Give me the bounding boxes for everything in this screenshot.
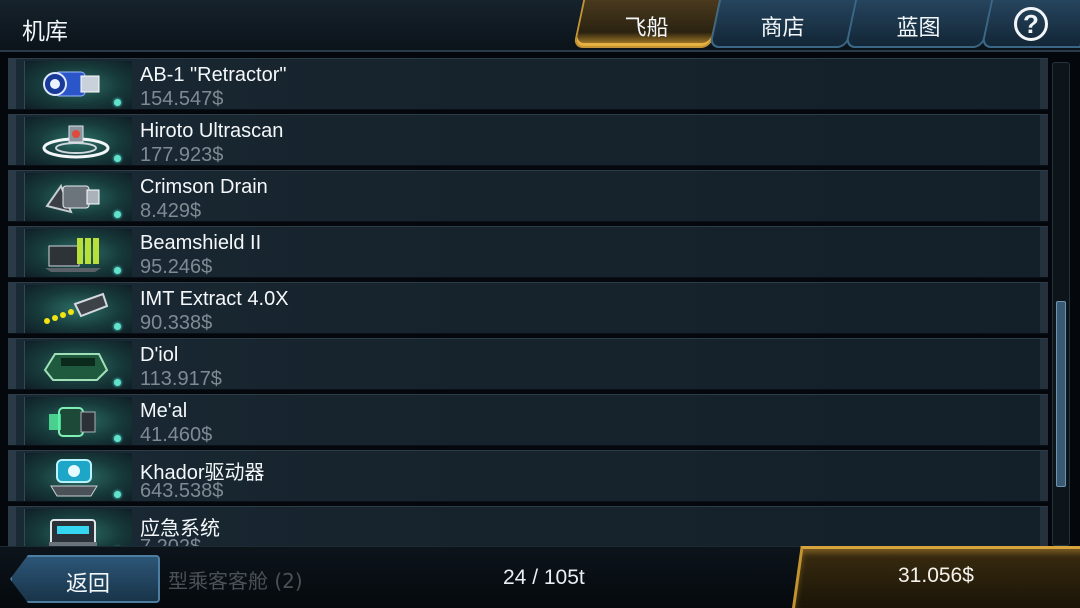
status-dot	[114, 379, 121, 386]
partially-hidden-item-label: 型乘客客舱 (2)	[168, 569, 303, 593]
help-button[interactable]: ?	[980, 0, 1080, 48]
item-price: 177.923$	[140, 144, 224, 166]
item-name: D'iol	[140, 344, 179, 366]
list-item[interactable]: Khador驱动器 643.538$	[8, 450, 1048, 502]
status-dot	[114, 323, 121, 330]
list-item[interactable]: D'iol 113.917$	[8, 338, 1048, 390]
list-item[interactable]: Me'al 41.460$	[8, 394, 1048, 446]
list-item[interactable]: 应急系统 7.202$	[8, 506, 1048, 546]
credits-value: 31.056$	[898, 564, 974, 587]
list-item[interactable]: Hiroto Ultrascan 177.923$	[8, 114, 1048, 166]
top-bar: 机库 飞船 商店 蓝图 ?	[0, 0, 1080, 52]
list-item[interactable]: Crimson Drain 8.429$	[8, 170, 1048, 222]
item-name: Crimson Drain	[140, 176, 268, 198]
tab-blueprints-label: 蓝图	[896, 16, 941, 41]
list-item[interactable]: Beamshield II 95.246$	[8, 226, 1048, 278]
item-price: 90.338$	[140, 312, 213, 334]
item-name: IMT Extract 4.0X	[140, 288, 289, 310]
status-dot	[114, 99, 121, 106]
item-price: 113.917$	[140, 368, 222, 390]
page-title: 机库	[22, 19, 68, 45]
tab-blueprints[interactable]: 蓝图	[844, 0, 994, 48]
item-price: 41.460$	[140, 424, 213, 446]
item-price: 95.246$	[140, 256, 213, 278]
list-item[interactable]: IMT Extract 4.0X 90.338$	[8, 282, 1048, 334]
item-list[interactable]: AB-1 "Retractor" 154.547$ Hiroto Ultrasc…	[0, 58, 1080, 546]
list-item[interactable]: AB-1 "Retractor" 154.547$	[8, 58, 1048, 110]
question-circle-icon: ?	[1014, 7, 1048, 41]
emergency-system-icon	[24, 509, 132, 546]
item-price: 8.429$	[140, 200, 202, 222]
scrollbar-thumb[interactable]	[1056, 301, 1066, 487]
item-price: 7.202$	[140, 536, 201, 546]
tab-ships-label: 飞船	[624, 16, 669, 41]
item-name: Beamshield II	[140, 232, 262, 254]
scrollbar[interactable]	[1052, 62, 1070, 546]
status-dot	[114, 211, 121, 218]
status-dot	[114, 491, 121, 498]
status-dot	[114, 155, 121, 162]
item-name: Hiroto Ultrascan	[140, 120, 284, 142]
item-price: 154.547$	[140, 88, 224, 110]
tab-ships[interactable]: 飞船	[572, 0, 722, 48]
back-button-label[interactable]: 返回	[66, 566, 110, 598]
item-name: Me'al	[140, 400, 188, 422]
tab-shop-label: 商店	[760, 16, 805, 41]
status-dot	[114, 435, 121, 442]
tab-shop[interactable]: 商店	[708, 0, 858, 48]
status-dot	[114, 267, 121, 274]
cargo-capacity: 24 / 105t	[503, 566, 585, 589]
item-name: AB-1 "Retractor"	[140, 64, 287, 86]
item-price: 643.538$	[140, 480, 224, 502]
